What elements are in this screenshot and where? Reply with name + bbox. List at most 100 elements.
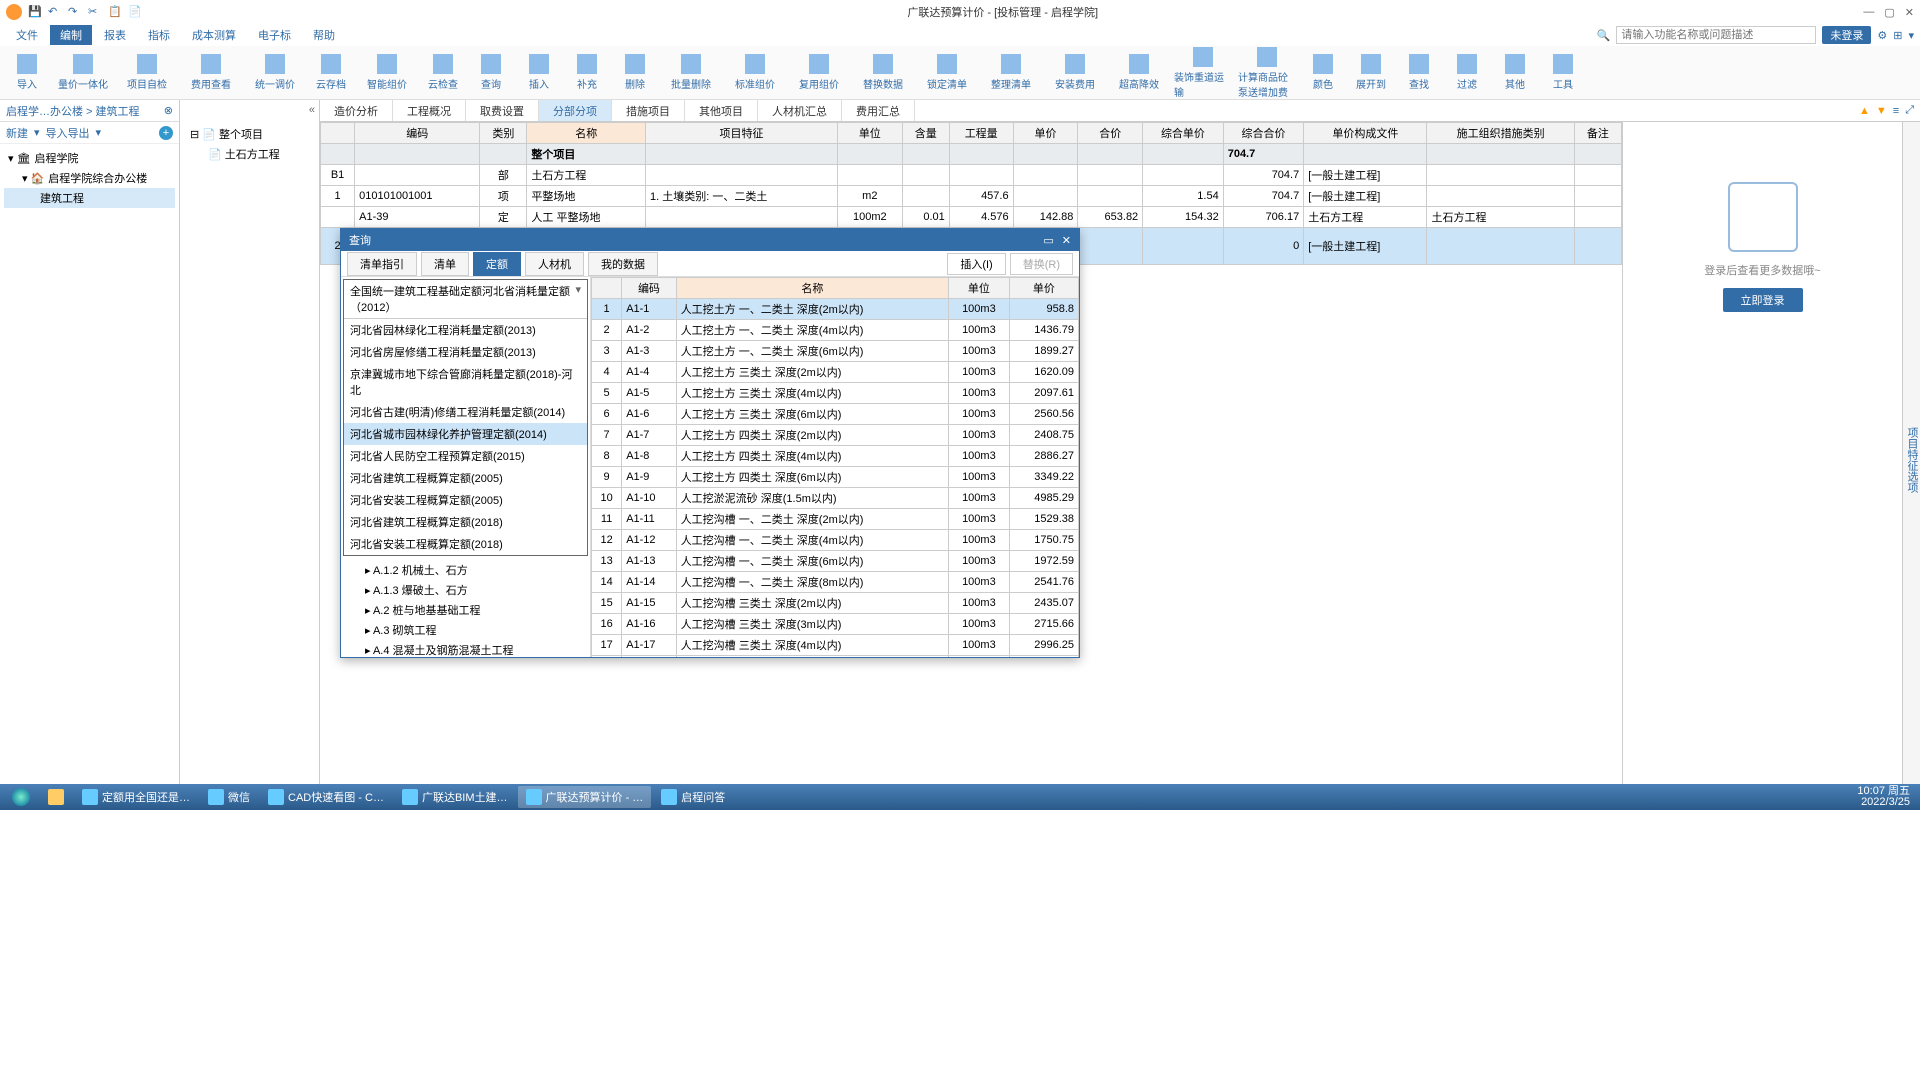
copy-icon[interactable]: 📋	[108, 5, 122, 19]
dd-item[interactable]: 京津冀城市地下综合管廊消耗量定额(2018)-河北	[344, 363, 587, 401]
menu-edit[interactable]: 编制	[50, 25, 92, 45]
ribbon-9[interactable]: 插入	[518, 54, 560, 91]
ribbon-7[interactable]: 云检查	[422, 54, 464, 91]
login-button[interactable]: 未登录	[1822, 26, 1871, 44]
qtab-list-guide[interactable]: 清单指引	[347, 252, 417, 276]
taskbar-item[interactable]: 微信	[200, 786, 258, 808]
section-earth[interactable]: 📄 土石方工程	[184, 144, 315, 164]
ribbon-25[interactable]: 过滤	[1446, 54, 1488, 91]
dd-item[interactable]: 河北省城市园林绿化养护管理定额(2014)	[344, 423, 587, 445]
expand-icon[interactable]: ⤢	[1905, 104, 1914, 117]
subtree-item[interactable]: ▸ A.1.2 机械土、石方	[343, 560, 588, 580]
tab-fee-summary[interactable]: 费用汇总	[842, 100, 915, 121]
close-bc-icon[interactable]: ⊗	[164, 104, 173, 117]
cut-icon[interactable]: ✂	[88, 5, 102, 19]
query-close-icon[interactable]: ✕	[1062, 234, 1071, 247]
login-now-button[interactable]: 立即登录	[1723, 288, 1803, 312]
menu-report[interactable]: 报表	[94, 25, 136, 45]
dd-item[interactable]: 河北省房屋修缮工程消耗量定额(2013)	[344, 341, 587, 363]
start-button[interactable]	[4, 786, 38, 808]
ribbon-15[interactable]: 替换数据	[854, 54, 912, 91]
ribbon-24[interactable]: 查找	[1398, 54, 1440, 91]
add-button[interactable]: +	[159, 126, 173, 140]
menu-index[interactable]: 指标	[138, 25, 180, 45]
subtree-item[interactable]: ▸ A.3 砌筑工程	[343, 620, 588, 640]
explorer-icon[interactable]	[40, 786, 72, 808]
dd-item[interactable]: 河北省园林绿化工程消耗量定额(2013)	[344, 319, 587, 341]
menu-cost[interactable]: 成本测算	[182, 25, 246, 45]
tab-cost-analysis[interactable]: 造价分析	[320, 100, 393, 121]
qtab-mydata[interactable]: 我的数据	[588, 252, 658, 276]
dd-item[interactable]: 河北省人民防空工程预算定额(2015)	[344, 445, 587, 467]
qtab-quota[interactable]: 定额	[473, 252, 521, 276]
tab-material[interactable]: 人材机汇总	[758, 100, 842, 121]
ribbon-26[interactable]: 其他	[1494, 54, 1536, 91]
dock-icon[interactable]: ▭	[1043, 234, 1053, 247]
ribbon-1[interactable]: 量价一体化	[54, 54, 112, 91]
quota-subtree[interactable]: ▸ A.1.2 机械土、石方▸ A.1.3 爆破土、石方▸ A.2 桩与地基基础…	[341, 558, 590, 657]
dd-item[interactable]: 河北省古建(明清)修缮工程消耗量定额(2014)	[344, 401, 587, 423]
ribbon-21[interactable]: 计算商品砼泵送增加费	[1238, 47, 1296, 99]
ribbon-22[interactable]: 颜色	[1302, 54, 1344, 91]
dd-item[interactable]: 河北省建筑工程概算定额(2018)	[344, 511, 587, 533]
taskbar-item[interactable]: 广联达预算计价 - …	[518, 786, 652, 808]
ribbon-11[interactable]: 删除	[614, 54, 656, 91]
filter-small-icon[interactable]: ≡	[1893, 105, 1899, 117]
insert-button[interactable]: 插入(I)	[947, 253, 1005, 275]
ribbon-17[interactable]: 整理清单	[982, 54, 1040, 91]
ribbon-0[interactable]: 导入	[6, 54, 48, 91]
tree-node-building[interactable]: ▾ 🏠 启程学院综合办公楼	[4, 168, 175, 188]
section-all[interactable]: ⊟ 📄 整个项目	[184, 124, 315, 144]
paste-icon[interactable]: 📄	[128, 5, 142, 19]
taskbar-item[interactable]: 定额用全国还是…	[74, 786, 198, 808]
ribbon-4[interactable]: 统一调价	[246, 54, 304, 91]
more-icon[interactable]: ▾	[1908, 29, 1914, 42]
settings-icon[interactable]: ⚙	[1877, 29, 1887, 42]
menu-file[interactable]: 文件	[6, 25, 48, 45]
quota-grid[interactable]: 编码名称单位单价1A1-1人工挖土方 一、二类土 深度(2m以内)100m395…	[591, 277, 1079, 657]
breadcrumb[interactable]: 启程学…办公楼 > 建筑工程 ⊗	[0, 100, 179, 122]
dd-item[interactable]: 河北省建筑工程概算定额(2005)	[344, 467, 587, 489]
qtab-list[interactable]: 清单	[421, 252, 469, 276]
collapse-icon[interactable]: «	[309, 104, 315, 124]
minimize-icon[interactable]: —	[1863, 6, 1874, 19]
ribbon-20[interactable]: 装饰重道运输	[1174, 47, 1232, 99]
tab-other[interactable]: 其他项目	[685, 100, 758, 121]
taskbar-clock[interactable]: 10:07 周五 2022/3/25	[1857, 786, 1916, 808]
up-icon[interactable]: ▲	[1859, 105, 1870, 117]
maximize-icon[interactable]: ▢	[1884, 6, 1894, 19]
undo-icon[interactable]: ↶	[48, 5, 62, 19]
subtree-item[interactable]: ▸ A.4 混凝土及钢筋混凝土工程	[343, 640, 588, 657]
app-menu-icon[interactable]: ⊞	[1893, 29, 1902, 42]
ribbon-18[interactable]: 安装费用	[1046, 54, 1104, 91]
tab-items[interactable]: 分部分项	[539, 100, 612, 121]
ribbon-12[interactable]: 批量删除	[662, 54, 720, 91]
query-titlebar[interactable]: 查询 ▭ ✕	[341, 229, 1079, 251]
subtree-item[interactable]: ▸ A.1.3 爆破土、石方	[343, 580, 588, 600]
ribbon-10[interactable]: 补充	[566, 54, 608, 91]
ribbon-3[interactable]: 费用查看	[182, 54, 240, 91]
ribbon-16[interactable]: 锁定清单	[918, 54, 976, 91]
menu-help[interactable]: 帮助	[303, 25, 345, 45]
ribbon-14[interactable]: 复用组价	[790, 54, 848, 91]
redo-icon[interactable]: ↷	[68, 5, 82, 19]
tab-measures[interactable]: 措施项目	[612, 100, 685, 121]
new-button[interactable]: 新建	[6, 125, 28, 141]
tab-fee-setting[interactable]: 取费设置	[466, 100, 539, 121]
ribbon-19[interactable]: 超高降效	[1110, 54, 1168, 91]
ribbon-27[interactable]: 工具	[1542, 54, 1584, 91]
menu-ebid[interactable]: 电子标	[248, 25, 301, 45]
dd-item[interactable]: 河北省安装工程概算定额(2005)	[344, 489, 587, 511]
ribbon-8[interactable]: 查询	[470, 54, 512, 91]
taskbar-item[interactable]: 广联达BIM土建…	[394, 786, 516, 808]
taskbar-item[interactable]: CAD快速看图 - C…	[260, 786, 392, 808]
tab-overview[interactable]: 工程概况	[393, 100, 466, 121]
ribbon-2[interactable]: 项目自检	[118, 54, 176, 91]
subtree-item[interactable]: ▸ A.2 桩与地基基础工程	[343, 600, 588, 620]
dd-item[interactable]: 河北省安装工程概算定额(2018)	[344, 533, 587, 555]
search-input[interactable]	[1616, 26, 1816, 44]
ribbon-23[interactable]: 展开到	[1350, 54, 1392, 91]
quota-dropdown[interactable]: 全国统一建筑工程基础定额河北省消耗量定额（2012）▾ 河北省园林绿化工程消耗量…	[343, 279, 588, 556]
vertical-tab[interactable]: 项目特征选项	[1902, 122, 1920, 788]
import-export-button[interactable]: 导入导出	[46, 125, 90, 141]
